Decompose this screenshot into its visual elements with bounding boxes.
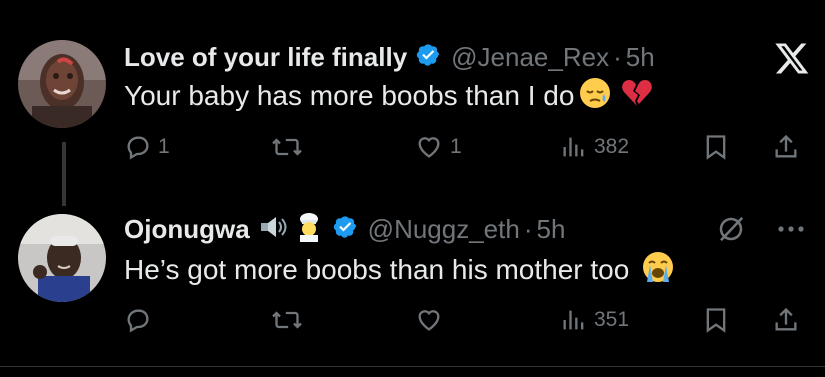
handle[interactable]: @Nuggz_eth — [368, 214, 520, 245]
reply-icon — [127, 136, 149, 160]
reply-button[interactable] — [124, 300, 158, 340]
tweet-header: Love of your life finally @Jenae_Rex · 5… — [124, 40, 655, 74]
heart-icon — [418, 310, 440, 331]
tweet-text: Your baby has more boobs than I do — [124, 80, 575, 111]
share-button[interactable] — [772, 300, 800, 340]
bookmark-button[interactable] — [702, 300, 730, 340]
timestamp[interactable]: 5h — [626, 42, 655, 73]
avatar[interactable] — [18, 214, 106, 302]
repost-icon — [272, 138, 302, 156]
speaker-emoji — [258, 212, 288, 247]
display-name[interactable]: Ojonugwa — [124, 214, 250, 245]
avatar[interactable] — [18, 40, 106, 128]
views-button[interactable]: 382 — [560, 127, 629, 167]
bookmark-icon — [706, 308, 726, 333]
repost-button[interactable] — [270, 300, 304, 340]
sad-relieved-face-emoji — [578, 76, 612, 117]
reply-button[interactable]: 1 — [124, 127, 170, 167]
like-count: 1 — [450, 135, 462, 158]
display-name[interactable]: Love of your life finally — [124, 42, 407, 73]
share-button[interactable] — [772, 127, 800, 167]
repost-icon — [272, 311, 302, 329]
tweet-text: He’s got more boobs than his mother too — [124, 254, 630, 285]
thread-connector-line — [62, 142, 66, 206]
like-button[interactable] — [414, 300, 450, 340]
separator-dot: · — [613, 41, 622, 72]
views-button[interactable]: 351 — [560, 300, 629, 340]
grok-icon[interactable] — [716, 214, 746, 244]
reply-icon — [127, 309, 149, 333]
views-count: 351 — [594, 308, 630, 331]
more-options-icon[interactable] — [774, 216, 808, 242]
reply-count: 1 — [158, 135, 170, 158]
handle[interactable]: @Jenae_Rex — [451, 42, 609, 73]
tweet-actions: 351 — [124, 300, 814, 340]
verified-badge-icon[interactable] — [415, 42, 441, 73]
verified-badge-icon[interactable] — [332, 214, 358, 245]
views-icon — [563, 137, 584, 157]
divider — [0, 366, 825, 367]
repost-button[interactable] — [270, 127, 304, 167]
tweet-actions: 1 1 382 — [124, 127, 814, 167]
heart-icon — [418, 137, 440, 158]
views-count: 382 — [594, 135, 630, 158]
tweet-text-row: Your baby has more boobs than I do — [124, 76, 654, 117]
x-logo-icon[interactable] — [774, 40, 810, 76]
bookmark-button[interactable] — [702, 127, 730, 167]
tweet-text-row: He’s got more boobs than his mother too — [124, 250, 675, 291]
like-button[interactable]: 1 — [414, 127, 462, 167]
views-icon — [563, 310, 584, 330]
share-icon — [775, 134, 797, 158]
loudly-crying-face-emoji — [641, 250, 675, 291]
bookmark-icon — [706, 135, 726, 160]
separator-dot: · — [523, 213, 533, 244]
share-icon — [775, 307, 797, 331]
broken-heart-emoji — [620, 76, 654, 117]
tweet-header: Ojonugwa @Nuggz_eth · 5h — [124, 212, 565, 246]
cook-emoji — [294, 212, 324, 247]
timestamp[interactable]: 5h — [537, 214, 566, 245]
